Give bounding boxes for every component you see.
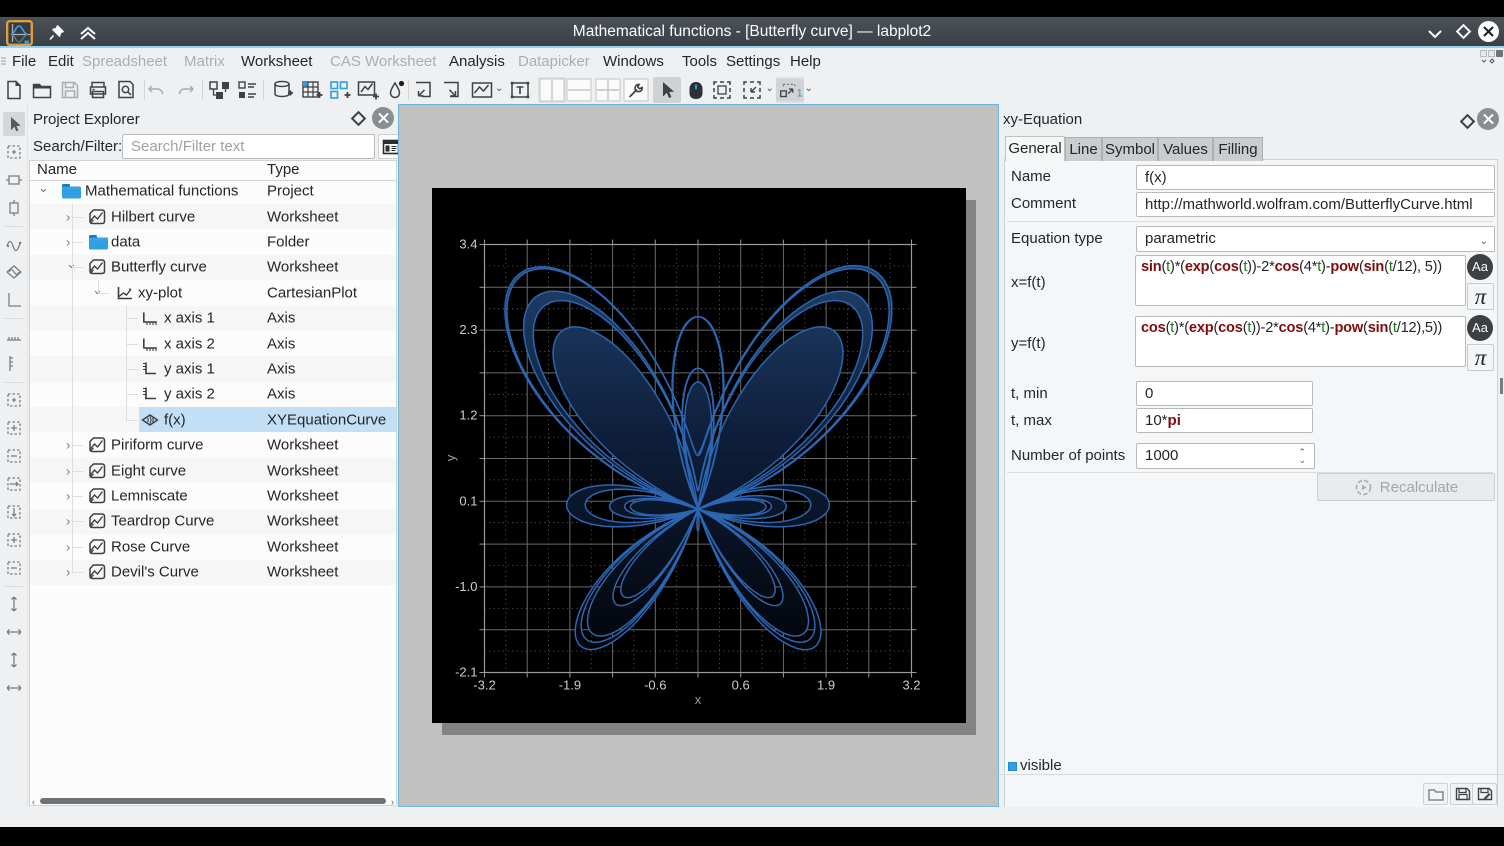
svg-text:-3.2: -3.2 [473,678,495,693]
svg-text:-1.0: -1.0 [455,579,477,594]
svg-text:y: y [443,454,458,461]
svg-text:1.2: 1.2 [459,408,477,423]
svg-text:1: 1 [797,88,803,100]
svg-text:3.4: 3.4 [459,237,477,252]
svg-text:-1.9: -1.9 [559,678,581,693]
svg-text:-0.6: -0.6 [644,678,666,693]
svg-text:0.1: 0.1 [459,493,477,508]
svg-text:2.3: 2.3 [459,322,477,337]
svg-text:1.9: 1.9 [817,678,835,693]
svg-text:3.2: 3.2 [902,678,920,693]
svg-text:x: x [695,692,702,707]
svg-text:0.6: 0.6 [732,678,750,693]
